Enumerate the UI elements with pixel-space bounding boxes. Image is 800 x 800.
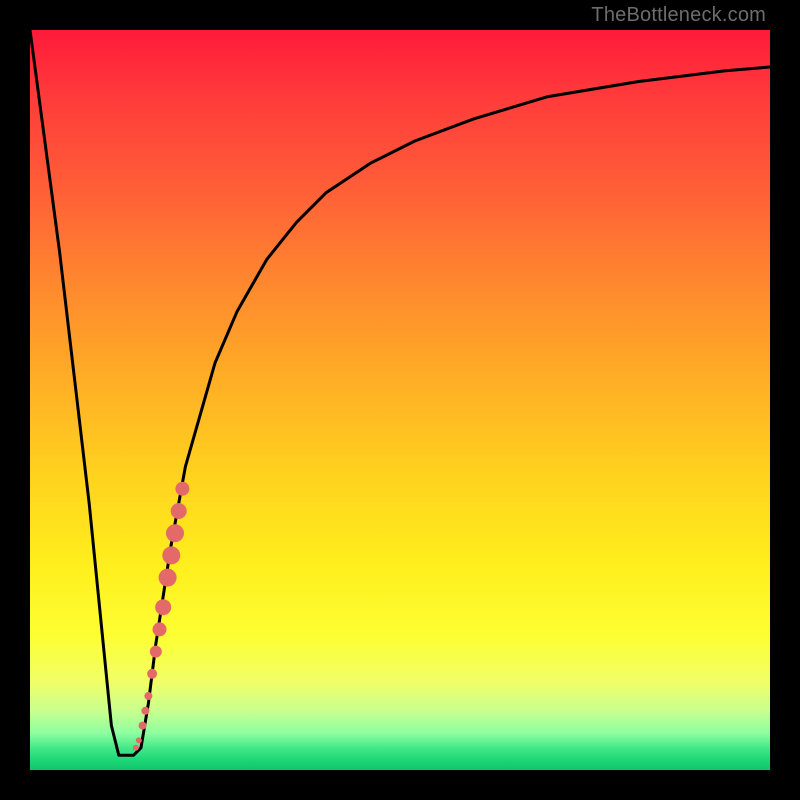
chart-svg [30, 30, 770, 770]
highlight-dot [141, 707, 149, 715]
highlight-dot [162, 546, 180, 564]
highlight-dot [153, 622, 167, 636]
highlight-dot [139, 722, 147, 730]
highlight-dot [175, 482, 189, 496]
highlight-dot [166, 524, 184, 542]
highlight-dot [150, 646, 162, 658]
watermark-text: TheBottleneck.com [591, 4, 766, 27]
highlight-dot [144, 692, 152, 700]
highlight-dot [171, 503, 187, 519]
highlight-dot [159, 569, 177, 587]
plot-area [30, 30, 770, 770]
highlight-dot [133, 745, 139, 751]
bottleneck-curve [30, 30, 770, 755]
highlight-dot [136, 737, 142, 743]
chart-frame: TheBottleneck.com [0, 0, 800, 800]
highlight-dot [147, 669, 157, 679]
highlight-dot [155, 599, 171, 615]
